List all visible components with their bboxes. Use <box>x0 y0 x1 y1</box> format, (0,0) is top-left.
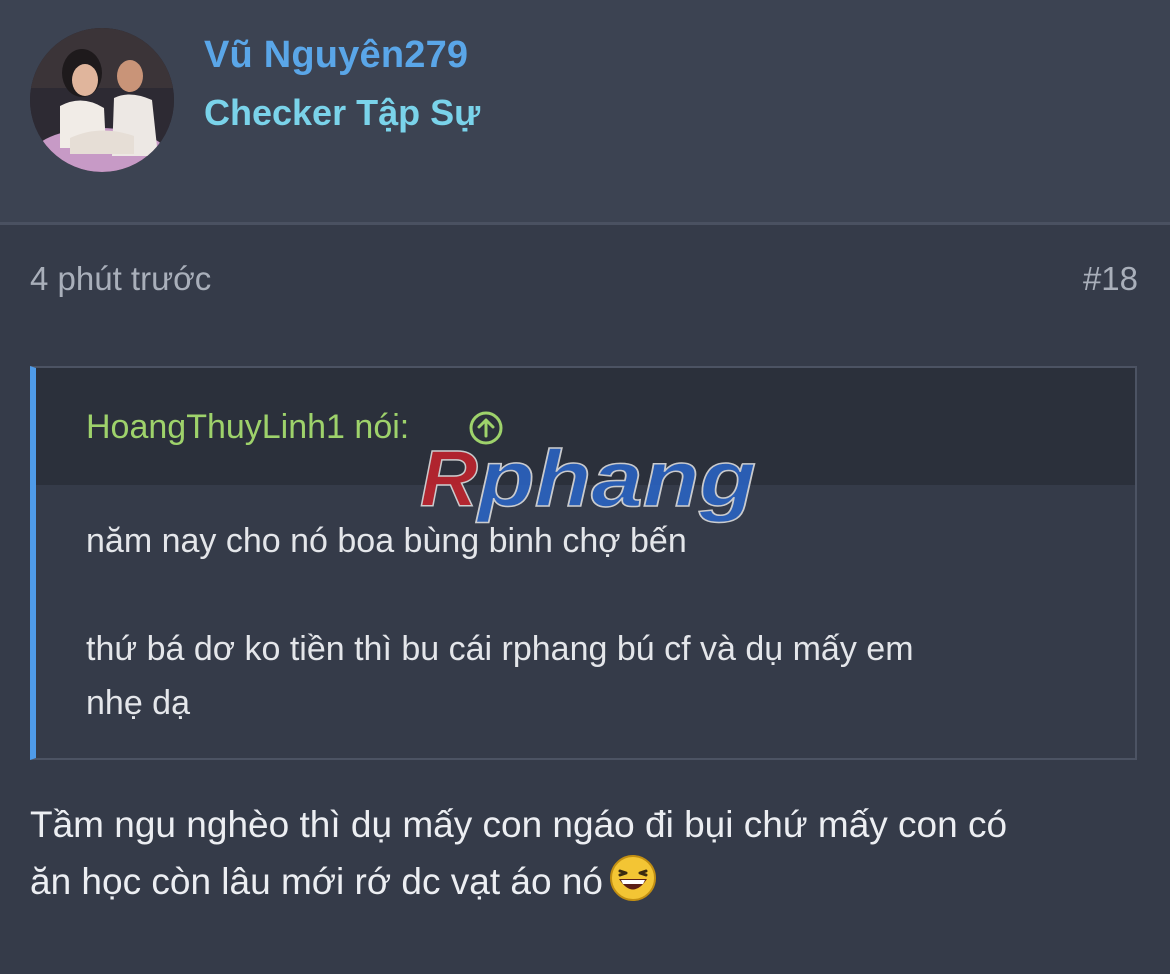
quote-author[interactable]: HoangThuyLinh1 nói: <box>86 408 409 447</box>
post-number[interactable]: #18 <box>1083 260 1138 298</box>
laughing-face-icon <box>609 854 657 918</box>
quote-block: HoangThuyLinh1 nói: R phang năm nay cho … <box>30 366 1137 760</box>
reply-text: Tầm ngu nghèo thì dụ mấy con ngáo đi bụi… <box>30 796 1140 918</box>
quote-line: thứ bá dơ ko tiền thì bu cái rphang bú c… <box>86 630 914 668</box>
reply-line: Tầm ngu nghèo thì dụ mấy con ngáo đi bụi… <box>30 804 1008 845</box>
user-title: Checker Tập Sự <box>204 92 481 133</box>
post-header: Vũ Nguyên279 Checker Tập Sự <box>0 0 1170 225</box>
quote-line: năm nay cho nó boa bùng binh chợ bến <box>86 522 687 560</box>
watermark-letter-r: R <box>420 440 478 523</box>
avatar[interactable] <box>30 28 174 172</box>
username[interactable]: Vũ Nguyên279 <box>204 34 468 77</box>
reply-line: ăn học còn lâu mới rớ dc vạt áo nó <box>30 861 603 902</box>
post-timestamp[interactable]: 4 phút trước <box>30 260 211 298</box>
quote-line: nhẹ dạ <box>86 684 190 722</box>
reply-line-with-emoji: ăn học còn lâu mới rớ dc vạt áo nó <box>30 853 1140 918</box>
watermark-letters-phang: phang <box>476 440 756 523</box>
avatar-photo <box>30 28 174 172</box>
